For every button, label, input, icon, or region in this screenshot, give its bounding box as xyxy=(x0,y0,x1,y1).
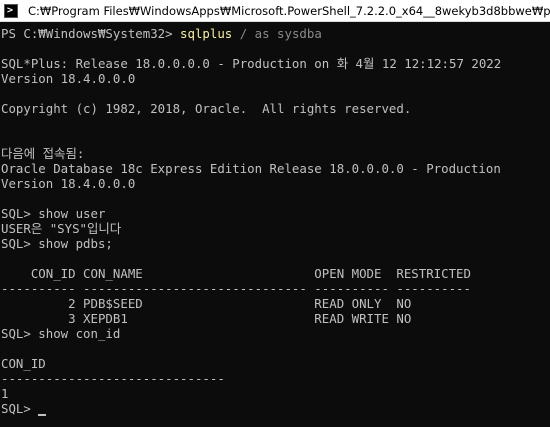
database-version-line: Version 18.4.0.0.0 xyxy=(1,176,136,191)
database-line: Oracle Database 18c Express Edition Rele… xyxy=(1,161,501,176)
copyright-line: Copyright (c) 1982, 2018, Oracle. All ri… xyxy=(1,101,412,116)
powershell-icon: > xyxy=(4,4,18,18)
text-cursor xyxy=(38,414,47,416)
sql-prompt-line[interactable]: SQL> xyxy=(1,401,549,416)
pdbs-divider-line: ---------- -----------------------------… xyxy=(1,281,471,296)
conid-value-line: 1 xyxy=(1,386,9,401)
pdbs-header-line: CON_ID CON_NAME OPEN MODE RESTRICTED xyxy=(1,266,471,281)
sql-command-line: SQL> show pdbs; xyxy=(1,236,113,251)
user-result-line: USER은 "SYS"입니다 xyxy=(1,221,122,236)
version-line: Version 18.4.0.0.0 xyxy=(1,71,136,86)
title-bar[interactable]: > C:₩Program Files₩WindowsApps₩Microsoft… xyxy=(0,0,550,22)
pdbs-row: 2 PDB$SEED READ ONLY NO xyxy=(1,296,412,311)
sql-command-line: SQL> show user xyxy=(1,206,106,221)
conid-divider-line: ------------------------------ xyxy=(1,371,225,386)
command-args: / as sysdba xyxy=(232,26,322,41)
banner-line: SQL*Plus: Release 18.0.0.0.0 - Productio… xyxy=(1,56,502,71)
ps-prompt-line: PS C:₩Windows₩System32> sqlplus / as sys… xyxy=(1,26,549,41)
window-title: C:₩Program Files₩WindowsApps₩Microsoft.P… xyxy=(28,4,550,18)
conid-header-line: CON_ID xyxy=(1,356,46,371)
terminal-window: > C:₩Program Files₩WindowsApps₩Microsoft… xyxy=(0,0,550,427)
sql-command-line: SQL> show con_id xyxy=(1,326,121,341)
connected-line: 다음에 접속됨: xyxy=(1,146,85,161)
sql-prompt: SQL> xyxy=(1,401,39,416)
console-output[interactable]: PS C:₩Windows₩System32> sqlplus / as sys… xyxy=(1,26,549,427)
ps-prompt: PS C:₩Windows₩System32> xyxy=(1,26,181,41)
pdbs-row: 3 XEPDB1 READ WRITE NO xyxy=(1,311,412,326)
command-name: sqlplus xyxy=(180,26,233,41)
